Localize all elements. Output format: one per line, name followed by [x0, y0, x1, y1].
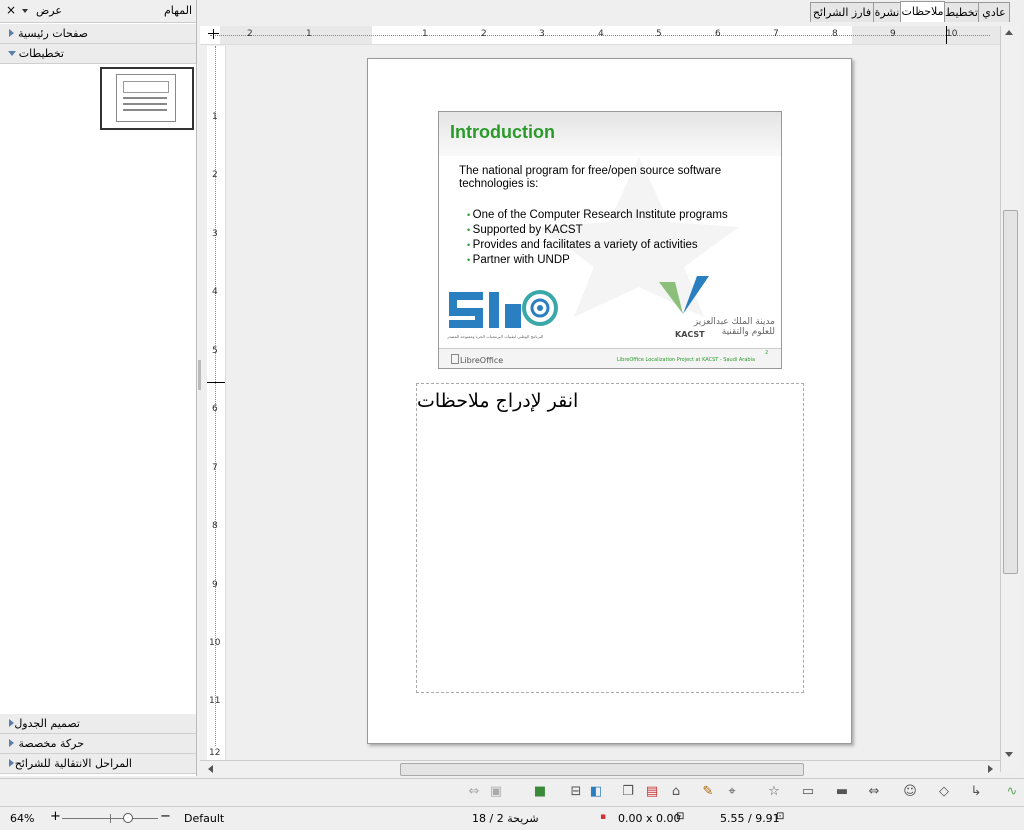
vertical-scroll-thumb[interactable] [1003, 210, 1018, 574]
notes-placeholder-text: انقر لإدراج ملاحظات [417, 390, 579, 412]
zoom-out-icon[interactable]: − [160, 809, 171, 824]
position-icon: ⊡ [776, 811, 785, 822]
list-item: • Provides and facilitates a variety of … [467, 239, 698, 251]
vertical-scrollbar[interactable] [1000, 26, 1019, 772]
task-pane-header: × عرض المهام [0, 0, 196, 23]
tab-handout[interactable]: نشرة [873, 2, 901, 22]
expand-arrow-icon [9, 759, 14, 767]
list-item: • Supported by KACST [467, 224, 583, 236]
align-icon[interactable]: ⊟ [568, 784, 584, 800]
position-size-icon[interactable]: ◧ [588, 784, 604, 800]
drawing-toolbar: ⇔ ▣ ■ ⊟ ◧ ❐ ▤ ⌂ ✎ ⌖ ☆ ▭ ▬ ⇔ ☺ ◇ ↳ ∿ [0, 778, 1024, 805]
curve-icon[interactable]: ∿ [1004, 784, 1020, 800]
list-item: • Partner with UNDP [467, 254, 570, 266]
pane-splitter[interactable] [198, 360, 201, 390]
slide-counter: شريحة 2 / 18 [472, 812, 539, 825]
object-size: 0.00 x 0.00 [618, 812, 681, 825]
scroll-left-icon[interactable] [208, 765, 213, 773]
document-modified-icon: ▪ [600, 812, 607, 822]
fontwork-icon[interactable]: ⌂ [668, 784, 684, 800]
list-item: • One of the Computer Research Institute… [467, 209, 728, 221]
vertical-ruler[interactable]: 1 2 3 4 5 6 7 8 9 10 11 12 [207, 46, 226, 764]
expand-arrow-icon [9, 739, 14, 747]
scroll-up-icon[interactable] [1005, 30, 1013, 35]
size-icon: ⊡ [676, 811, 685, 822]
tab-stop-icon[interactable] [208, 28, 220, 40]
footer-libreoffice: LibreOffice [451, 354, 503, 365]
master-page-name: Default [184, 812, 225, 825]
group-icon[interactable]: ❐ [620, 784, 636, 800]
slide-intro: The national program for free/open sourc… [459, 165, 722, 190]
3d-object-icon[interactable]: ▣ [488, 784, 504, 800]
view-menu-button[interactable]: عرض [36, 4, 62, 17]
kacst-logo-icon [659, 276, 709, 314]
collapse-arrow-icon [8, 51, 16, 56]
insert-image-icon[interactable]: ▤ [644, 784, 660, 800]
block-arrows-icon[interactable]: ⇔ [866, 784, 882, 800]
stars-icon[interactable]: ☆ [766, 784, 782, 800]
glue-points-icon[interactable]: ⌖ [724, 784, 740, 800]
kacst-logo-text: مدينة الملك عبدالعزيز للعلوم والتقنية [693, 317, 775, 337]
layout-thumbnail-title-content[interactable] [100, 67, 194, 130]
task-pane-title: المهام [164, 4, 192, 17]
callouts-icon[interactable]: ▭ [800, 784, 816, 800]
scroll-right-icon[interactable] [988, 765, 993, 773]
horizontal-scrollbar[interactable] [200, 760, 1000, 777]
points-icon[interactable]: ✎ [700, 784, 716, 800]
expand-arrow-icon [9, 29, 14, 37]
cursor-position: 5.55 / 9.91 [720, 812, 780, 825]
close-icon[interactable]: × [6, 3, 16, 17]
tab-normal[interactable]: عادي [978, 2, 1010, 22]
horizontal-scroll-thumb[interactable] [400, 763, 804, 776]
tab-slide-sorter[interactable]: فارز الشرائح [810, 2, 874, 22]
slide-preview[interactable]: Introduction The national program for fr… [438, 111, 782, 369]
section-layouts[interactable]: تخطيطات [0, 44, 196, 64]
tab-outline[interactable]: تخطيط [944, 2, 979, 22]
section-master-pages[interactable]: صفحات رئيسية [0, 24, 196, 44]
section-custom-animation[interactable]: حركة مخصصة [0, 734, 196, 754]
basic-shapes-icon[interactable]: ◇ [936, 784, 952, 800]
slide-bullet-list: • One of the Computer Research Institute… [467, 208, 728, 268]
arrange-icon[interactable]: ■ [532, 784, 548, 800]
left-logo-caption: البرنامج الوطني لتقنيات البرمجيات الحرة … [447, 334, 544, 339]
notes-placeholder-box[interactable]: انقر لإدراج ملاحظات [416, 383, 804, 693]
flowchart-icon[interactable]: ▬ [834, 784, 850, 800]
footer-project-text: LibreOffice Localization Project at KACS… [617, 357, 756, 363]
expand-arrow-icon [9, 719, 14, 727]
connectors-icon[interactable]: ↳ [968, 784, 984, 800]
section-slide-transition[interactable]: المراحل الانتقالية للشرائح [0, 754, 196, 774]
zoom-value[interactable]: 64% [10, 812, 34, 825]
toggle-extrusion-icon[interactable]: ⇔ [466, 784, 482, 800]
symbol-shapes-icon[interactable]: ☺ [902, 784, 918, 800]
zoom-slider-thumb[interactable] [123, 813, 133, 823]
tab-notes[interactable]: ملاحظات [900, 1, 945, 22]
chevron-down-icon[interactable] [22, 9, 28, 13]
slide-title: Introduction [450, 122, 555, 142]
task-pane: × عرض المهام صفحات رئيسية تخطيطات تصميم … [0, 0, 197, 776]
scroll-down-icon[interactable] [1005, 752, 1013, 757]
horizontal-ruler[interactable]: 2 1 1 2 3 4 5 6 7 8 9 10 [200, 26, 1000, 45]
status-bar: 64% + − Default شريحة 2 / 18 ▪ 0.00 x 0.… [0, 806, 1024, 830]
zoom-in-icon[interactable]: + [50, 809, 61, 824]
section-table-design[interactable]: تصميم الجدول [0, 714, 196, 734]
